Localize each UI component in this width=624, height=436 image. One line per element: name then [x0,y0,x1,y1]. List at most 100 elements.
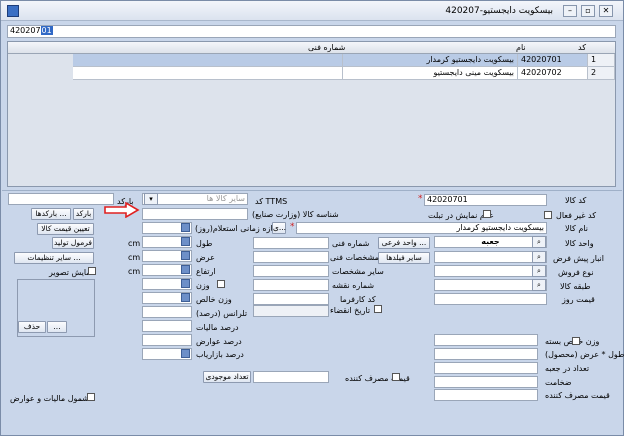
barcode-field[interactable] [8,193,114,205]
tax-label: درصد مالیات [196,323,239,332]
map-no-label: شماره نقشه [332,281,375,290]
consumer-price-field[interactable] [434,389,538,401]
tolerance-field[interactable] [142,306,192,318]
search-code-prefix: 420207 [10,26,41,35]
tech-label: شماره فنی [332,239,370,248]
thickness-label: ضخامت [545,378,572,387]
other-settings-button[interactable]: سایر تنظیمات ... [14,252,94,264]
tax-subject-checkbox[interactable] [87,393,95,401]
search-icon[interactable]: ⌕ [532,236,546,248]
ttms-label: کد TTMS [255,197,288,206]
arrow-right-icon [104,202,140,218]
calculator-icon[interactable] [181,293,190,302]
marketer-label: درصد بازاریاب [196,350,244,359]
calculator-icon[interactable] [181,279,190,288]
show-image-checkbox[interactable] [88,267,96,275]
search-code-suffix: 01 [40,26,53,35]
factory-code-field[interactable] [253,293,329,305]
table-row-tech[interactable] [73,54,343,67]
search-icon[interactable]: ⌕ [532,265,546,277]
close-button[interactable]: ✕ [599,5,613,17]
per-box-field[interactable] [434,362,538,374]
dims-label: طول * عرض (محصول) [545,350,624,359]
id-label: شناسه کالا (وزارت صنایع) [252,210,339,219]
category-field[interactable] [434,279,547,291]
sub-unit-button[interactable]: واحد فرعی ... [378,237,430,249]
name-field[interactable]: بیسکویت دایجستیو کرمدار [296,222,547,234]
required-star: * [418,194,423,204]
tech-field[interactable] [253,237,329,249]
col-header-code: کد [578,43,587,52]
table-row-code[interactable]: 42020702 [518,67,588,80]
calculator-icon[interactable] [181,349,190,358]
window-title: بیسکویت دایجستیو-420207 [445,6,553,16]
duties-label: درصد عوارض [196,337,242,346]
tax-subject-label: مشمول مالیات و عوارض [10,394,94,403]
consumer-price-checkbox[interactable] [392,373,400,381]
search-code-field[interactable]: 42020701 [7,25,616,38]
col-header-name: نام [516,43,526,52]
dropdown-icon[interactable]: ▾ [144,193,158,205]
minimize-button[interactable]: – [563,5,577,17]
default-warehouse-field[interactable] [434,251,547,263]
unit-field[interactable]: جعبه [434,236,547,248]
show-tablet-checkbox[interactable] [483,210,491,218]
category-label: طبقه کالا [560,282,591,291]
more-button[interactable]: ... [47,321,67,333]
unit-cm: cm [128,239,141,248]
inactive-label: کد غیر فعال [556,211,597,220]
table-row-num: 1 [588,54,615,67]
table-row-name[interactable]: بیسکویت مینی دایجستیو [343,67,518,80]
other-fields-button[interactable]: سایر فیلدها [378,252,430,264]
expiry-checkbox[interactable] [374,305,382,313]
inactive-checkbox[interactable] [544,211,552,219]
barcode-button[interactable]: بارکد [73,208,94,220]
search-icon[interactable]: ⌕ [532,251,546,263]
code-field[interactable]: 42020701 [424,194,547,206]
existing-count-button[interactable]: تعداد موجودی [203,371,251,383]
set-price-button[interactable]: تعیین قیمت کالا [37,223,94,235]
production-formula-button[interactable]: فرمول تولید [52,237,94,249]
other-specs-field[interactable] [253,265,329,277]
unit-label: واحد کالا [565,239,594,248]
net-pack-weight-checkbox[interactable] [572,337,580,345]
calculator-icon[interactable] [181,237,190,246]
barcodes-button[interactable]: بارکدها ... [31,208,71,220]
search-icon[interactable]: ⌕ [532,279,546,291]
height-label: ارتفاع [196,267,216,276]
name-label: نام کالا [565,224,588,233]
delete-button[interactable]: حذف [18,321,46,333]
map-no-field[interactable] [253,279,329,291]
per-box-label: تعداد در جعبه [545,364,590,373]
table-row-name[interactable]: بیسکویت دایجستیو کرمدار [343,54,518,67]
tax-field[interactable] [142,320,192,332]
calculator-icon[interactable] [181,251,190,260]
lookup-button[interactable]: ی... [272,222,286,234]
id-field[interactable] [142,208,248,220]
code-label: کد کالا [565,196,587,205]
table-row-code[interactable]: 42020701 [518,54,588,67]
specs-field[interactable] [253,251,329,263]
expiry-field[interactable] [253,305,329,317]
thickness-field[interactable] [434,376,538,388]
sale-type-field[interactable] [434,265,547,277]
other-specs-label: سایر مشخصات [332,267,384,276]
dims-field[interactable] [434,348,538,360]
table-row-tech[interactable] [73,67,343,80]
calculator-icon[interactable] [181,223,190,232]
results-grid[interactable]: شماره فنی نام کد بیسکویت دایجستیو کرمدار… [7,41,616,187]
net-pack-weight-field[interactable] [434,334,538,346]
daily-price-field[interactable] [434,293,547,305]
tolerance-label: تلرانس (درصد) [196,309,248,318]
col-header-tech: شماره فنی [308,43,346,52]
expiry-label: تاریخ انقضاء [330,306,371,315]
consumer-price-label-2: قیمت مصرف کننده [545,391,610,400]
duties-field[interactable] [142,334,192,346]
existing-count-field[interactable] [253,371,329,383]
time-period-label: بازه زمانی استعلام(روز) [195,224,276,233]
calculator-icon[interactable] [181,265,190,274]
length-label: طول [196,239,213,248]
weight-checkbox[interactable] [217,280,225,288]
specs-label: مشخصات فنی [330,253,379,262]
maximize-button[interactable]: ▫ [581,5,595,17]
